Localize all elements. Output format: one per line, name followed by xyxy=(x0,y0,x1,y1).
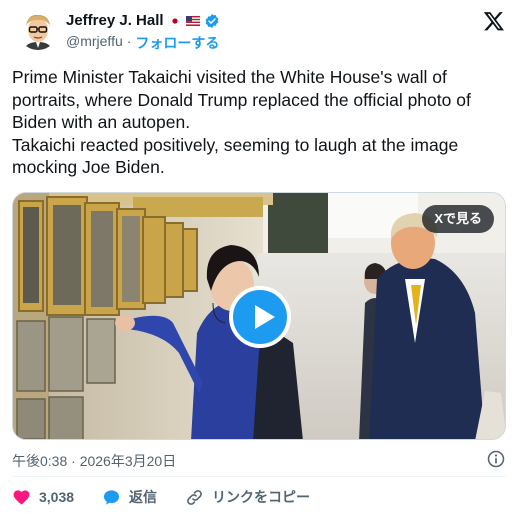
reply-label: 返信 xyxy=(129,489,158,505)
author-handle[interactable]: @mrjeffu xyxy=(66,33,123,53)
video-media[interactable]: Xで見る xyxy=(12,192,506,440)
link-icon xyxy=(187,489,202,505)
tweet-text: Prime Minister Takaichi visited the Whit… xyxy=(12,67,471,178)
author-handle-row: @mrjeffu · フォローする xyxy=(66,33,219,53)
info-icon[interactable] xyxy=(486,449,506,469)
copy-link-button[interactable]: リンクをコピー xyxy=(185,487,310,507)
author-display-name[interactable]: Jeffrey J. Hall xyxy=(66,12,164,29)
reply-bubble-icon xyxy=(104,489,120,505)
us-flag-icon xyxy=(185,15,200,26)
tweet-timestamp[interactable]: 午後0:38 · 2026年3月20日 xyxy=(12,451,176,471)
play-button[interactable] xyxy=(229,286,291,348)
follow-button[interactable]: フォローする xyxy=(135,33,219,53)
action-bar: 3,038 返信 リンクをコピー xyxy=(12,486,338,508)
reply-button[interactable]: 返信 xyxy=(102,487,157,507)
like-count: 3,038 xyxy=(39,489,75,505)
like-button[interactable]: 3,038 xyxy=(12,488,74,507)
divider xyxy=(12,476,506,477)
play-icon xyxy=(255,305,275,329)
heart-icon xyxy=(13,489,30,505)
separator-dot: · xyxy=(126,33,132,49)
avatar[interactable] xyxy=(18,10,58,50)
view-on-x-button[interactable]: Xで見る xyxy=(422,205,494,233)
verified-badge-icon xyxy=(205,13,218,28)
avatar-cartoon-icon xyxy=(18,10,58,50)
copy-link-label: リンクをコピー xyxy=(212,489,311,505)
author-name-row: Jeffrey J. Hall xyxy=(66,12,220,29)
x-logo-icon[interactable] xyxy=(483,10,505,32)
japan-flag-icon xyxy=(167,15,182,26)
tweet-header: Jeffrey J. Hall @mrjeffu · フォローする xyxy=(15,10,505,54)
